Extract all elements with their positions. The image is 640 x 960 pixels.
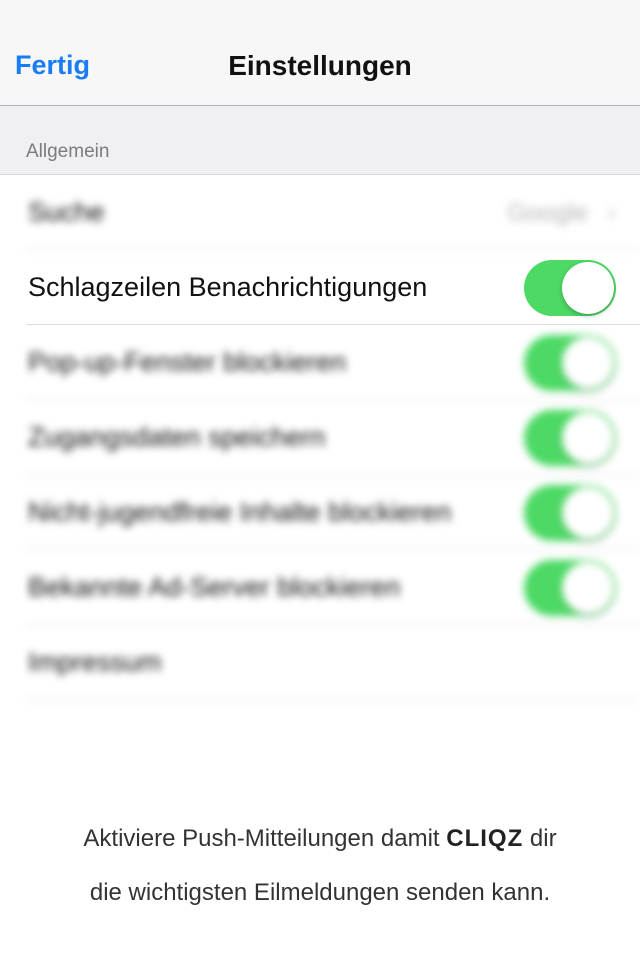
block-ad-servers-toggle[interactable] [524, 560, 616, 616]
row-label: Bekannte Ad-Server blockieren [28, 572, 401, 602]
toggle-knob [562, 262, 614, 314]
save-logins-toggle[interactable] [524, 410, 616, 466]
settings-row-block-ad-servers: Bekannte Ad-Server blockieren [26, 550, 640, 625]
toggle-knob [562, 337, 614, 389]
settings-row-block-popups: Pop-up-Fenster blockieren [26, 325, 640, 400]
settings-list: Suche Google › Schlagzeilen Benachrichti… [0, 175, 640, 700]
settings-row-block-adult-content: Nicht-jugendfreie Inhalte blockieren [26, 475, 640, 550]
settings-row-save-logins: Zugangsdaten speichern [26, 400, 640, 475]
footer-line-2: die wichtigsten Eilmeldungen senden kann… [89, 879, 551, 906]
footer-line-1: Aktiviere Push-Mitteilungen damit CLIQZ … [0, 812, 640, 866]
row-label: Nicht-jugendfreie Inhalte blockieren [28, 497, 452, 527]
toggle-knob [562, 487, 614, 539]
page-title: Einstellungen [228, 50, 412, 81]
navigation-bar: Fertig Einstellungen [0, 0, 640, 106]
footer-text-suffix: dir [529, 825, 557, 852]
row-label: Pop-up-Fenster blockieren [28, 347, 347, 377]
cliqz-logo: CLIQZ [446, 825, 524, 852]
search-engine-value: Google [507, 199, 588, 227]
toggle-knob [562, 412, 614, 464]
settings-row-imprint[interactable]: Impressum [26, 625, 640, 700]
settings-row-headline-notifications: Schlagzeilen Benachrichtigungen [26, 250, 640, 325]
row-label: Impressum [28, 647, 162, 677]
row-label: Suche [28, 197, 105, 227]
row-label: Zugangsdaten speichern [28, 422, 326, 452]
section-header-general: Allgemein [26, 141, 110, 162]
footer-message: Aktiviere Push-Mitteilungen damit CLIQZ … [0, 812, 640, 920]
toggle-knob [562, 562, 614, 614]
block-popups-toggle[interactable] [524, 335, 616, 391]
row-label: Schlagzeilen Benachrichtigungen [28, 272, 428, 302]
settings-row-search[interactable]: Suche Google › [26, 175, 640, 250]
chevron-right-icon: › [607, 197, 616, 227]
headline-notifications-toggle[interactable] [524, 260, 616, 316]
block-adult-content-toggle[interactable] [524, 485, 616, 541]
footer-text-prefix: Aktiviere Push-Mitteilungen damit [83, 825, 440, 852]
